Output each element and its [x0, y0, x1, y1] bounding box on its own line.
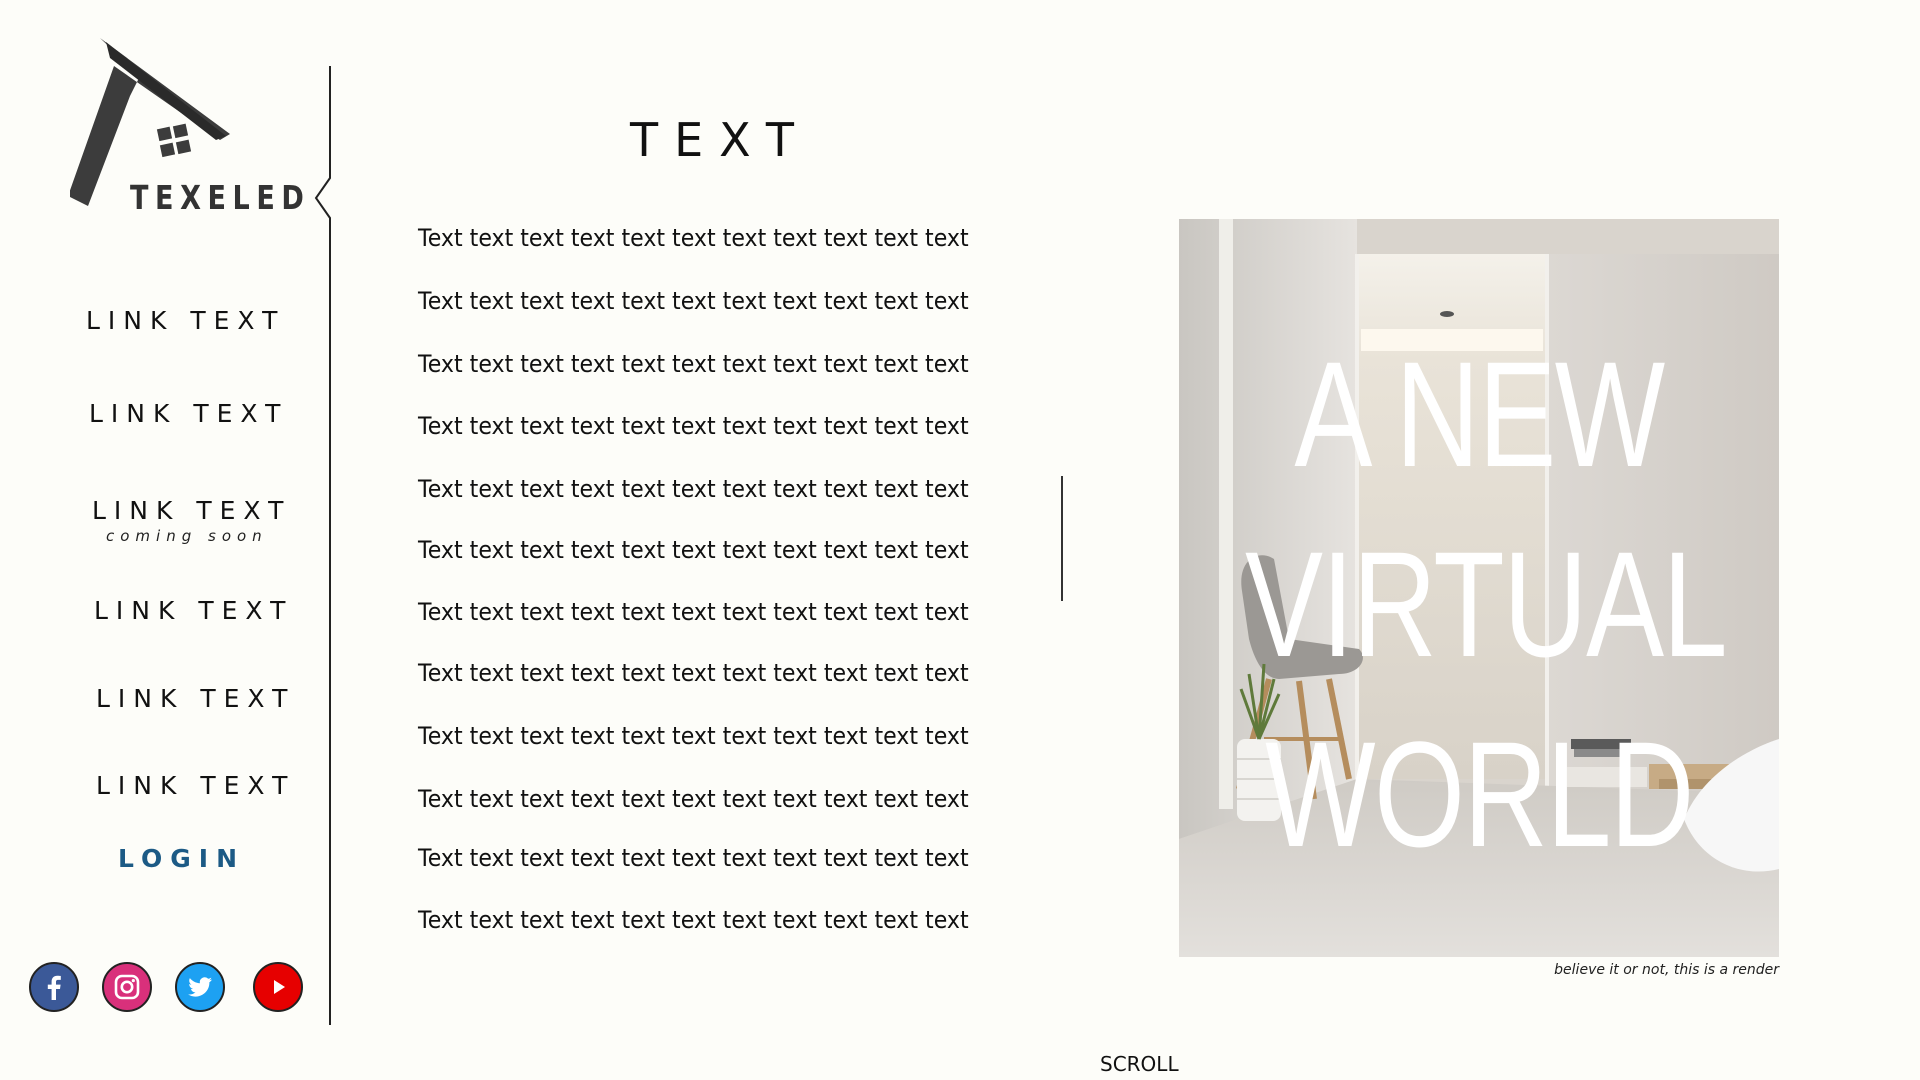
text-line: Text text text text text text text text … [418, 844, 969, 872]
nav-link-5[interactable]: LINK TEXT [96, 684, 295, 713]
nav-link-4[interactable]: LINK TEXT [94, 596, 293, 625]
youtube-icon[interactable] [253, 962, 303, 1012]
page: TEXELED LINK TEXT LINK TEXT LINK TEXT co… [0, 0, 1920, 1080]
text-line: Text text text text text text text text … [418, 287, 969, 315]
hero-headline-line-1: A NEW [1294, 330, 1665, 498]
page-title: TEXT [630, 113, 810, 167]
text-line: Text text text text text text text text … [418, 906, 969, 934]
nav-link-3[interactable]: LINK TEXT [92, 496, 291, 525]
text-line: Text text text text text text text text … [418, 224, 969, 252]
vertical-rule [1061, 476, 1063, 601]
text-line: Text text text text text text text text … [418, 536, 969, 564]
text-line: Text text text text text text text text … [418, 785, 969, 813]
hero-headline-line-3: WORLD [1265, 710, 1694, 878]
text-line: Text text text text text text text text … [418, 475, 969, 503]
text-line: Text text text text text text text text … [418, 350, 969, 378]
nav-link-1[interactable]: LINK TEXT [86, 306, 285, 335]
sidebar-nav: LINK TEXT LINK TEXT LINK TEXT coming soo… [0, 0, 330, 1080]
nav-link-6[interactable]: LINK TEXT [96, 771, 295, 800]
text-line: Text text text text text text text text … [418, 659, 969, 687]
facebook-icon[interactable] [29, 962, 79, 1012]
hero-caption: believe it or not, this is a render [1554, 962, 1779, 978]
text-line: Text text text text text text text text … [418, 412, 969, 440]
coming-soon-label: coming soon [106, 527, 268, 545]
twitter-icon[interactable] [175, 962, 225, 1012]
scroll-indicator[interactable]: SCROLL [1100, 1052, 1179, 1076]
text-line: Text text text text text text text text … [418, 722, 969, 750]
login-link[interactable]: LOGIN [118, 844, 245, 873]
hero-image: A NEW VIRTUAL WORLD [1179, 219, 1779, 957]
instagram-icon[interactable] [102, 962, 152, 1012]
text-line: Text text text text text text text text … [418, 598, 969, 626]
nav-link-2[interactable]: LINK TEXT [89, 399, 288, 428]
hero-headline: A NEW VIRTUAL WORLD [1245, 319, 1728, 889]
hero-headline-line-2: VIRTUAL [1245, 520, 1728, 688]
